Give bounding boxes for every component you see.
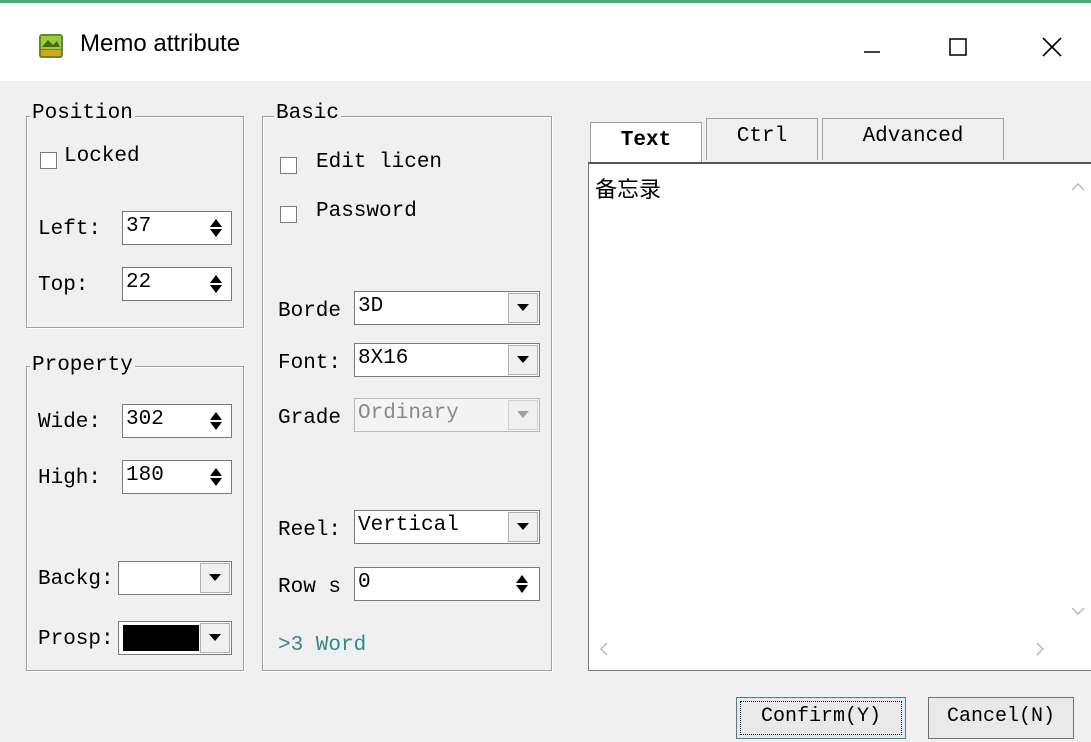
prosp-label: Prosp: bbox=[38, 628, 114, 651]
close-button[interactable] bbox=[1022, 22, 1082, 72]
text-area[interactable]: 备忘录 bbox=[588, 162, 1091, 671]
border-label: Borde bbox=[278, 300, 342, 323]
border-value: 3D bbox=[358, 295, 384, 318]
row-spacing-value: 0 bbox=[358, 571, 371, 594]
left-spinner[interactable] bbox=[204, 213, 228, 243]
backg-color-swatch bbox=[123, 565, 199, 591]
text-area-content: 备忘录 bbox=[595, 178, 662, 203]
position-legend: Position bbox=[30, 102, 135, 125]
locked-checkbox[interactable] bbox=[40, 152, 57, 169]
locked-label: Locked bbox=[64, 145, 140, 168]
wide-label: Wide: bbox=[38, 411, 102, 434]
backg-label: Backg: bbox=[38, 568, 114, 591]
confirm-button[interactable]: Confirm(Y) bbox=[736, 697, 906, 739]
backg-dropdown-button[interactable] bbox=[200, 563, 230, 593]
grade-combo-disabled: Ordinary bbox=[354, 398, 540, 432]
chevron-down-icon bbox=[517, 356, 529, 363]
minimize-button[interactable] bbox=[842, 22, 902, 72]
font-combo[interactable]: 8X16 bbox=[354, 343, 540, 377]
reel-label: Reel: bbox=[278, 519, 342, 542]
cancel-button-label: Cancel(N) bbox=[946, 705, 1056, 728]
prosp-dropdown-button[interactable] bbox=[200, 623, 230, 653]
reel-combo[interactable]: Vertical bbox=[354, 510, 540, 544]
wide-value: 302 bbox=[126, 408, 164, 431]
window-title: Memo attribute bbox=[80, 30, 241, 57]
backg-color-combo[interactable] bbox=[118, 561, 232, 595]
horizontal-scrollbar[interactable] bbox=[589, 628, 1091, 670]
spin-arrows-icon bbox=[210, 412, 222, 430]
spin-arrows-icon bbox=[210, 468, 222, 486]
tab-advanced[interactable]: Advanced bbox=[822, 118, 1004, 160]
grade-label: Grade bbox=[278, 407, 342, 430]
top-spinner[interactable] bbox=[204, 269, 228, 299]
vertical-scrollbar[interactable] bbox=[1065, 164, 1091, 624]
left-label: Left: bbox=[38, 218, 102, 241]
property-legend: Property bbox=[30, 354, 135, 377]
reel-dropdown-button[interactable] bbox=[508, 512, 538, 542]
tab-text-label: Text bbox=[620, 129, 672, 152]
prosp-color-swatch bbox=[123, 625, 199, 651]
grade-value: Ordinary bbox=[358, 402, 459, 425]
scroll-up-icon bbox=[1071, 183, 1085, 191]
scroll-down-icon bbox=[1071, 607, 1085, 615]
password-checkbox[interactable] bbox=[280, 206, 297, 223]
app-icon bbox=[38, 33, 64, 59]
word-count-hint: >3 Word bbox=[278, 634, 367, 657]
spin-arrows-icon bbox=[516, 575, 528, 593]
tab-text[interactable]: Text bbox=[590, 122, 702, 164]
spin-arrows-icon bbox=[210, 219, 222, 237]
password-label: Password bbox=[316, 200, 417, 223]
cancel-button[interactable]: Cancel(N) bbox=[928, 697, 1074, 739]
high-label: High: bbox=[38, 467, 102, 490]
prosp-color-combo[interactable] bbox=[118, 621, 232, 655]
row-spacing-spinner[interactable] bbox=[510, 569, 534, 599]
top-edge-strip bbox=[0, 0, 1091, 11]
maximize-icon bbox=[949, 38, 967, 56]
border-combo[interactable]: 3D bbox=[354, 291, 540, 325]
font-dropdown-button[interactable] bbox=[508, 345, 538, 375]
minimize-icon bbox=[864, 51, 880, 53]
scroll-right-icon bbox=[1036, 642, 1044, 656]
tab-advanced-label: Advanced bbox=[862, 125, 964, 148]
wide-spinner[interactable] bbox=[204, 406, 228, 436]
font-value: 8X16 bbox=[358, 347, 409, 370]
reel-value: Vertical bbox=[358, 514, 459, 537]
chevron-down-icon bbox=[209, 634, 221, 641]
left-value: 37 bbox=[126, 215, 152, 238]
high-spinner[interactable] bbox=[204, 462, 228, 492]
top-value: 22 bbox=[126, 271, 152, 294]
tab-ctrl[interactable]: Ctrl bbox=[706, 118, 818, 160]
maximize-button[interactable] bbox=[928, 22, 988, 72]
chevron-down-icon bbox=[209, 574, 221, 581]
edit-license-checkbox[interactable] bbox=[280, 157, 297, 174]
confirm-button-label: Confirm(Y) bbox=[760, 705, 882, 728]
scroll-left-icon bbox=[600, 642, 608, 656]
font-label: Font: bbox=[278, 352, 342, 375]
row-spacing-label: Row s bbox=[278, 576, 342, 599]
top-label: Top: bbox=[38, 274, 89, 297]
chevron-down-icon bbox=[517, 411, 529, 418]
grade-dropdown-button bbox=[508, 400, 538, 430]
chevron-down-icon bbox=[517, 523, 529, 530]
basic-legend: Basic bbox=[274, 102, 342, 125]
tab-ctrl-label: Ctrl bbox=[736, 125, 788, 148]
close-icon bbox=[1042, 37, 1062, 57]
border-dropdown-button[interactable] bbox=[508, 293, 538, 323]
spin-arrows-icon bbox=[210, 275, 222, 293]
chevron-down-icon bbox=[517, 304, 529, 311]
high-value: 180 bbox=[126, 464, 164, 487]
edit-license-label: Edit licen bbox=[316, 151, 443, 174]
